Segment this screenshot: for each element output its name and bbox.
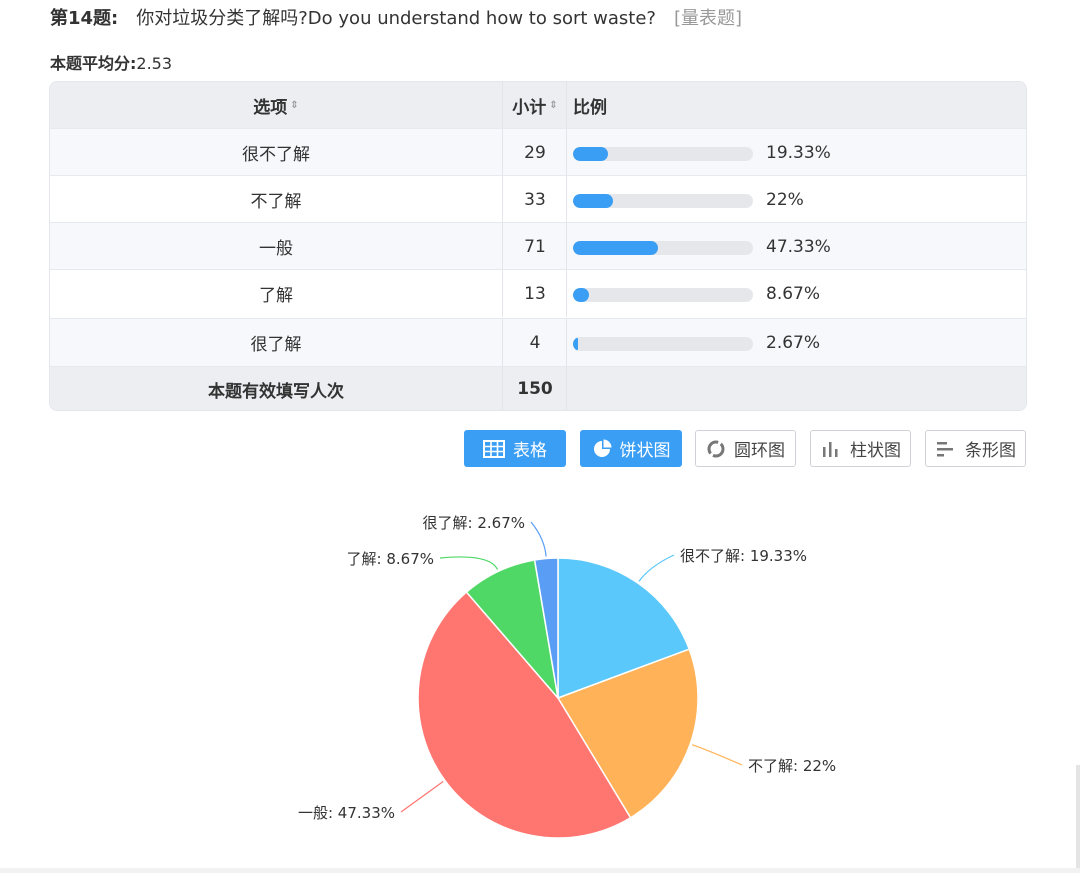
progress-bar: [573, 337, 753, 351]
count-cell: 13: [502, 270, 567, 317]
table-header: 选项 ⇕ 小计 ⇕ 比例: [50, 82, 1026, 128]
label-leader-line: [530, 521, 547, 557]
label-leader-line: [439, 556, 499, 570]
percent-label: 2.67%: [766, 332, 821, 353]
button-label: 表格: [513, 441, 547, 461]
option-cell: 很不了解: [242, 145, 310, 165]
button-label: 柱状图: [850, 441, 901, 461]
question-title: 第14题: 你对垃圾分类了解吗?Do you understand how to …: [50, 4, 742, 30]
footer-total: 150: [502, 367, 567, 410]
progress-bar: [573, 288, 753, 302]
sort-icon: ⇕: [290, 99, 299, 111]
horizontal-bar-chart-icon: [937, 441, 953, 456]
table-footer: 本题有效填写人次 150: [50, 366, 1026, 410]
slice-label: 很了解: 2.67%: [423, 514, 525, 532]
table-view-button[interactable]: 表格: [464, 430, 566, 467]
scrollbar-edge: [1076, 765, 1080, 873]
slice-label: 了解: 8.67%: [347, 550, 434, 568]
header-option[interactable]: 选项 ⇕: [50, 82, 502, 128]
question-type: [量表题]: [673, 8, 743, 29]
count-cell: 71: [502, 223, 567, 270]
table-row: 不了解 33 22%: [50, 175, 1026, 223]
button-label: 条形图: [965, 441, 1016, 461]
horizontal-bar-chart-view-button[interactable]: 条形图: [925, 430, 1026, 467]
page-bottom-edge: [0, 868, 1080, 873]
table-row: 很了解 4 2.67%: [50, 318, 1026, 366]
slice-label: 很不了解: 19.33%: [680, 547, 807, 565]
sort-icon: ⇕: [549, 99, 558, 111]
average-score: 本题平均分:2.53: [50, 50, 172, 74]
table-row: 很不了解 29 19.33%: [50, 128, 1026, 176]
count-cell: 33: [502, 176, 567, 223]
count-cell: 29: [502, 129, 567, 176]
percent-label: 47.33%: [766, 236, 831, 257]
ratio-cell: 47.33%: [566, 223, 1026, 270]
donut-chart-icon: [707, 440, 725, 457]
button-label: 圆环图: [734, 441, 785, 461]
ratio-cell: 22%: [566, 176, 1026, 223]
label-leader-line: [638, 554, 675, 582]
pie-chart-view-button[interactable]: 饼状图: [580, 430, 682, 467]
question-number: 第14题:: [50, 8, 119, 29]
option-cell: 了解: [259, 286, 293, 306]
footer-empty: [566, 367, 1026, 410]
option-cell: 一般: [259, 239, 293, 259]
ratio-cell: 19.33%: [566, 129, 1026, 176]
header-ratio: 比例: [566, 82, 1026, 128]
ratio-cell: 2.67%: [566, 319, 1026, 366]
progress-bar-fill: [573, 288, 589, 302]
donut-chart-view-button[interactable]: 圆环图: [695, 430, 796, 467]
progress-bar-fill: [573, 241, 659, 255]
label-leader-line: [691, 744, 743, 766]
progress-bar: [573, 147, 753, 161]
bar-chart-view-button[interactable]: 柱状图: [810, 430, 911, 467]
bar-chart-icon: [823, 441, 838, 457]
header-count[interactable]: 小计 ⇕: [502, 82, 567, 128]
percent-label: 8.67%: [766, 283, 821, 304]
count-cell: 4: [502, 319, 567, 366]
option-cell: 不了解: [250, 192, 302, 212]
progress-bar-fill: [573, 147, 608, 161]
percent-label: 22%: [766, 189, 804, 210]
ratio-cell: 8.67%: [566, 270, 1026, 317]
table-row: 一般 71 47.33%: [50, 222, 1026, 270]
table-icon: [483, 439, 505, 458]
progress-bar: [573, 194, 753, 208]
slice-label: 不了解: 22%: [748, 757, 836, 775]
progress-bar-fill: [573, 337, 578, 351]
table-row: 了解 13 8.67%: [50, 269, 1026, 317]
option-cell: 很了解: [250, 335, 302, 355]
pie-chart: 很不了解: 19.33% 不了解: 22% 一般: 47.33% 了解: 8.67% 很…: [298, 514, 836, 839]
footer-label: 本题有效填写人次: [208, 381, 344, 402]
average-score-label: 本题平均分:: [50, 54, 137, 73]
slice-label: 一般: 47.33%: [298, 804, 395, 822]
question-text: 你对垃圾分类了解吗?Do you understand how to sort …: [136, 8, 656, 29]
button-label: 饼状图: [619, 441, 671, 461]
progress-bar-fill: [573, 194, 613, 208]
percent-label: 19.33%: [766, 142, 831, 163]
average-score-value: 2.53: [136, 54, 173, 73]
pie-chart-icon: [593, 439, 611, 457]
progress-bar: [573, 241, 753, 255]
results-table: 选项 ⇕ 小计 ⇕ 比例 很不了解 29 19.33% 不了解 33 22% 一般 …: [49, 81, 1027, 411]
label-leader-line: [400, 781, 444, 813]
